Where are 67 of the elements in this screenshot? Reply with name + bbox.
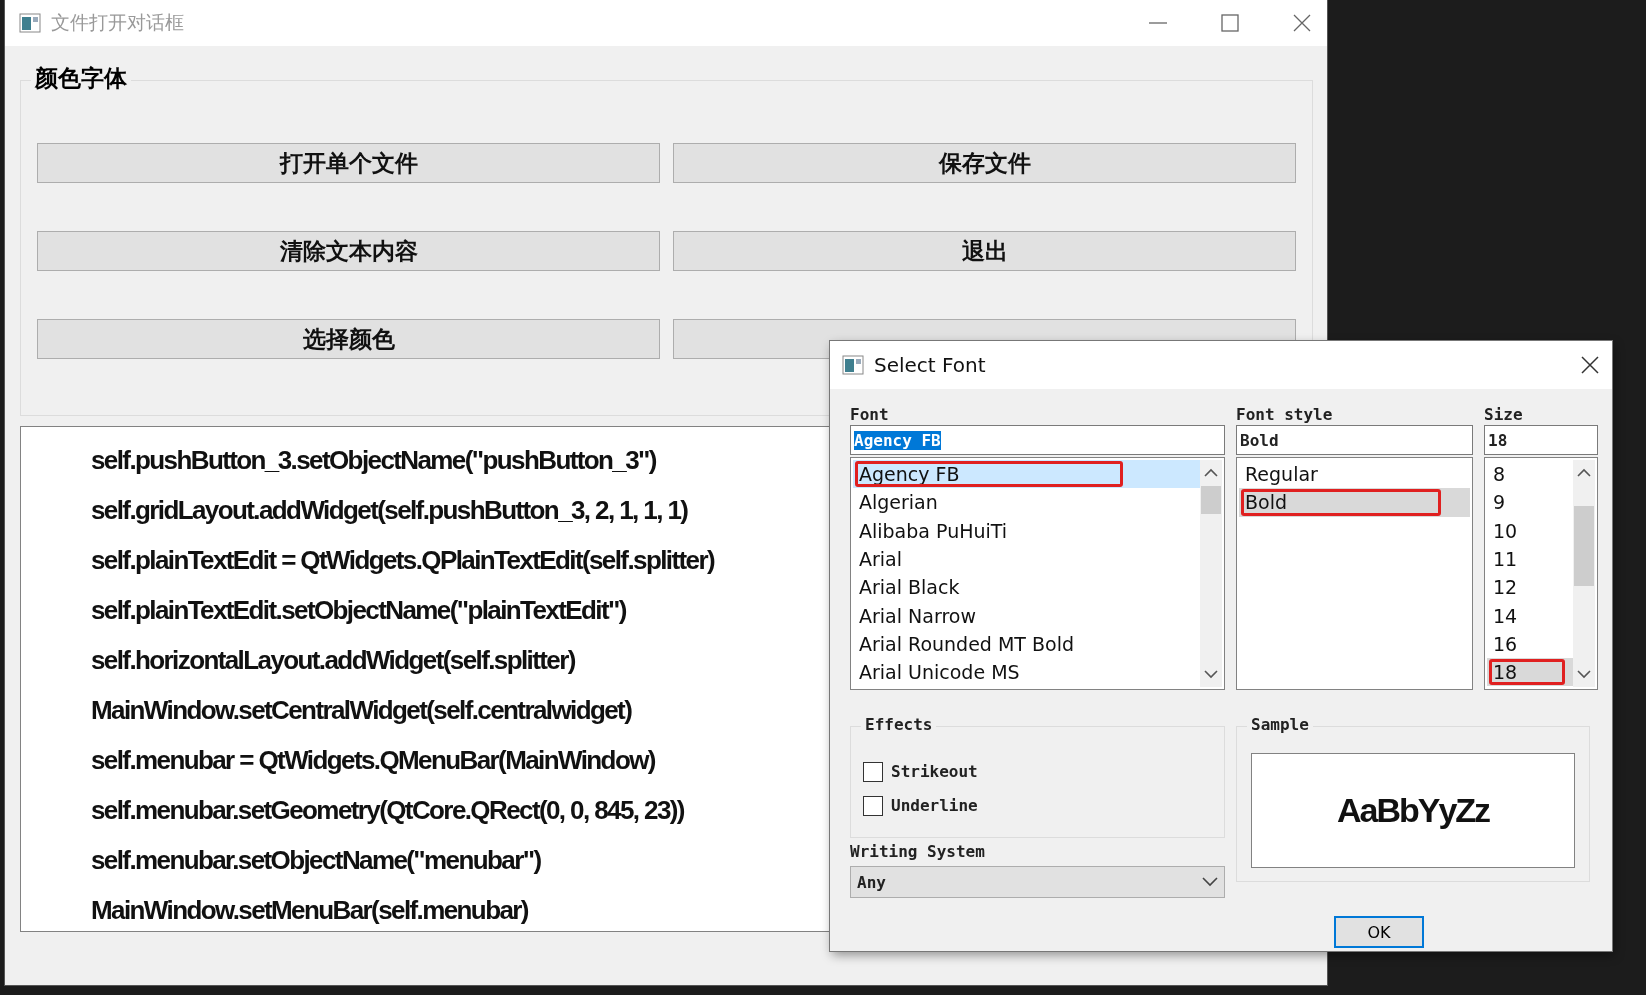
list-item[interactable]: Arial Rounded MT Bold xyxy=(853,629,1200,659)
field-label: Font style xyxy=(1236,405,1333,425)
scroll-thumb[interactable] xyxy=(1574,506,1594,586)
list-item[interactable]: Agency FB xyxy=(853,460,1200,489)
code-line: self.plainTextEdit.setObjectName("plainTextEdit") xyxy=(91,594,626,627)
list-item[interactable]: Algerian xyxy=(853,488,1200,517)
dialog-title: Select Font xyxy=(874,353,987,377)
push-button[interactable]: 保存文件 xyxy=(673,143,1296,183)
list-item[interactable]: 9 xyxy=(1487,488,1573,517)
push-button[interactable]: 清除文本内容 xyxy=(37,231,660,271)
close-icon[interactable] xyxy=(1580,355,1600,375)
checkbox[interactable] xyxy=(863,762,883,782)
list-item[interactable]: Arial Black xyxy=(853,573,1200,602)
list-item[interactable]: Arial Narrow xyxy=(853,601,1200,630)
push-button[interactable]: 打开单个文件 xyxy=(37,143,660,183)
maximize-icon[interactable] xyxy=(1219,12,1241,34)
push-button[interactable]: 退出 xyxy=(673,231,1296,271)
checkbox-label: Strikeout xyxy=(891,762,978,782)
code-line: self.gridLayout.addWidget(self.pushButton_3, 2, 1, 1, 1) xyxy=(91,494,688,527)
code-line: MainWindow.setMenuBar(self.menubar) xyxy=(91,894,528,927)
field-label: Writing System xyxy=(850,842,985,862)
window-icon xyxy=(19,13,41,33)
list-item[interactable]: Bold xyxy=(1239,488,1470,517)
code-line: self.menubar = QtWidgets.QMenuBar(MainWindow) xyxy=(91,744,655,777)
field-label: Font xyxy=(850,405,889,425)
list-item[interactable]: 14 xyxy=(1487,601,1573,630)
close-icon[interactable] xyxy=(1291,12,1313,34)
list-item[interactable]: Arial Unicode MS xyxy=(853,658,1200,687)
chevron-down-icon xyxy=(1202,877,1218,887)
size-field[interactable]: 18 xyxy=(1484,425,1598,455)
list-item[interactable]: 8 xyxy=(1487,460,1573,489)
ok-button[interactable]: OK xyxy=(1334,916,1424,948)
code-line: self.menubar.setObjectName("menubar") xyxy=(91,844,541,877)
scroll-up-icon[interactable] xyxy=(1204,468,1218,478)
scrollbar[interactable] xyxy=(1573,460,1595,687)
push-button[interactable]: 选择颜色 xyxy=(37,319,660,359)
scroll-down-icon[interactable] xyxy=(1204,669,1218,679)
field-value: Bold xyxy=(1240,430,1279,450)
list-item[interactable]: 12 xyxy=(1487,573,1573,602)
font-field[interactable]: Agency FB xyxy=(850,425,1225,455)
list-item[interactable]: 16 xyxy=(1487,629,1573,659)
code-line: MainWindow.setCentralWidget(self.centralwidget) xyxy=(91,694,632,727)
window-icon xyxy=(842,355,864,375)
code-line: self.plainTextEdit = QtWidgets.QPlainTextEdit(self.splitter) xyxy=(91,544,714,577)
code-line: self.horizontalLayout.addWidget(self.splitter) xyxy=(91,644,575,677)
scrollbar[interactable] xyxy=(1200,460,1222,687)
style-field[interactable]: Bold xyxy=(1236,425,1473,455)
code-line: self.menubar.setGeometry(QtCore.QRect(0, 0, 845, 23)) xyxy=(91,794,684,827)
group-title: Sample xyxy=(1247,715,1313,734)
list-item[interactable]: Arial xyxy=(853,544,1200,574)
writing-system-dropdown[interactable]: Any xyxy=(850,866,1225,898)
list-item[interactable]: Regular xyxy=(1239,460,1470,489)
field-value: Agency FB xyxy=(854,430,941,450)
list-item[interactable]: 10 xyxy=(1487,516,1573,545)
field-value: 18 xyxy=(1488,430,1508,450)
list-item[interactable]: Alibaba PuHuiTi xyxy=(853,516,1200,545)
scroll-thumb[interactable] xyxy=(1201,486,1221,514)
list-item[interactable]: 18 xyxy=(1487,658,1573,687)
checkbox[interactable] xyxy=(863,796,883,816)
scroll-up-icon[interactable] xyxy=(1577,468,1591,478)
checkbox-label: Underline xyxy=(891,796,978,816)
sample-text: AaBbYyZz xyxy=(1251,753,1575,868)
window-title: 文件打开对话框 xyxy=(51,10,185,35)
field-label: Size xyxy=(1484,405,1523,425)
code-line: self.pushButton_3.setObjectName("pushButton_3") xyxy=(91,444,656,477)
list-item[interactable]: 11 xyxy=(1487,544,1573,574)
scroll-down-icon[interactable] xyxy=(1577,669,1591,679)
